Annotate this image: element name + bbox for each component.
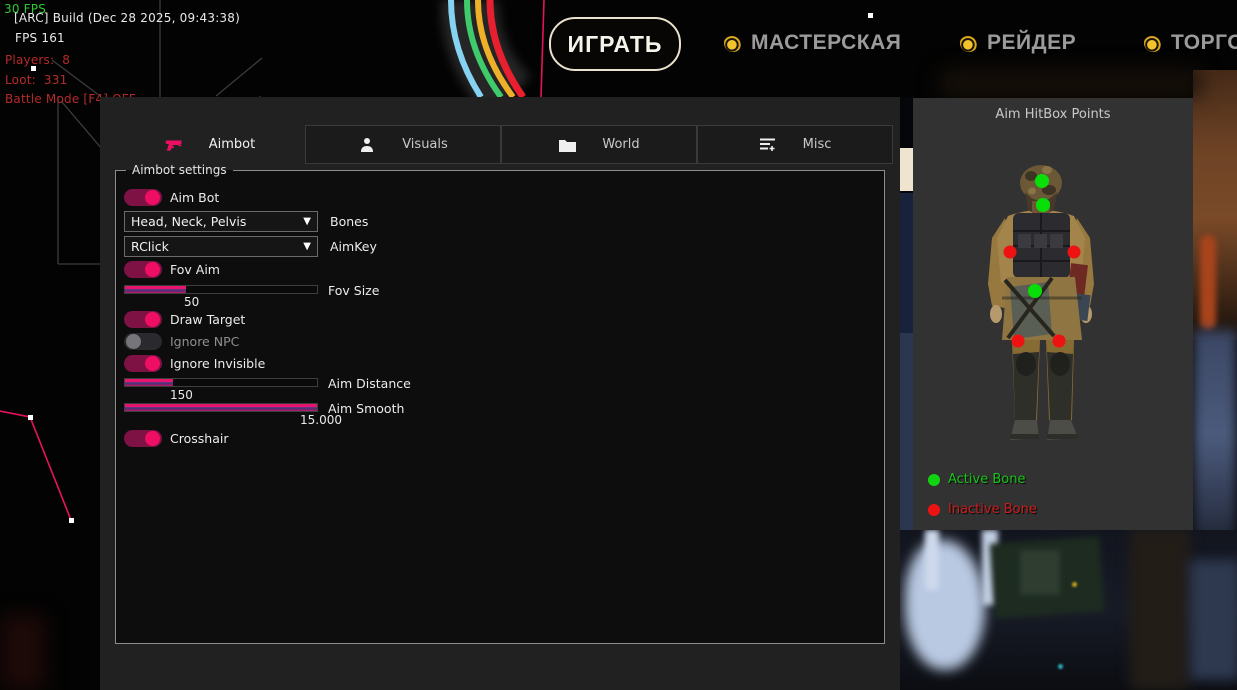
legend-active-bone: Active Bone: [928, 472, 1025, 487]
aim-hitbox-panel: Aim HitBox Points: [913, 98, 1193, 530]
hud-loot: Loot: 331: [5, 73, 67, 87]
esp-node: [69, 518, 74, 523]
tab-label: Aimbot: [209, 137, 255, 152]
fov-size-value: 50: [184, 295, 199, 309]
aimbot-settings-group: Aimbot settings Aim Bot Head, Neck, Pelv…: [115, 163, 885, 644]
aimkey-dropdown[interactable]: RClick ▼: [124, 236, 318, 257]
aimkey-dropdown-value: RClick: [131, 239, 169, 254]
tab-label: Misc: [803, 137, 832, 152]
coin-icon: [724, 34, 742, 52]
esp-node: [28, 415, 33, 420]
esp-node: [868, 13, 873, 18]
bones-label: Bones: [330, 214, 368, 229]
aim-distance-label: Aim Distance: [328, 376, 411, 391]
legend-inactive-bone: Inactive Bone: [928, 502, 1037, 517]
legend-label: Inactive Bone: [948, 502, 1037, 517]
ignore-invisible-label: Ignore Invisible: [170, 356, 265, 371]
bg-bottom-scene: [900, 530, 1237, 690]
aimkey-label: AimKey: [330, 239, 377, 254]
bone-point-neck: [1036, 198, 1050, 212]
aim-smooth-slider[interactable]: [124, 403, 318, 412]
aim-smooth-value: 15.000: [300, 413, 342, 427]
bg-rock-streak: [1200, 235, 1216, 330]
bg-strip-blue: [900, 333, 913, 530]
aim-distance-value: 150: [170, 388, 193, 402]
hud-build-info: [ARC] Build (Dec 28 2025, 09:43:38): [14, 11, 240, 25]
bone-point-left-arm: [1004, 246, 1017, 259]
bones-dropdown[interactable]: Head, Neck, Pelvis ▼: [124, 211, 318, 232]
fov-size-slider[interactable]: [124, 285, 318, 294]
fov-size-label: Fov Size: [328, 283, 379, 298]
fov-aim-toggle[interactable]: [124, 261, 162, 278]
settings-group-title: Aimbot settings: [126, 163, 233, 177]
bone-point-right-thigh: [1053, 335, 1066, 348]
active-bone-dot: [928, 474, 940, 486]
tab-visuals[interactable]: Visuals: [305, 125, 501, 164]
playlist-add-icon: [759, 136, 777, 154]
hud-players: Players: 8: [5, 53, 70, 67]
folder-icon: [558, 136, 576, 154]
bg-top-right-band: [940, 70, 1200, 96]
bg-strip-cream: [900, 148, 913, 191]
tab-label: Visuals: [402, 137, 448, 152]
crosshair-label: Crosshair: [170, 431, 228, 446]
gun-icon: [165, 136, 183, 154]
bone-point-head: [1035, 174, 1049, 188]
aim-distance-slider[interactable]: [124, 378, 318, 387]
aim-bot-toggle[interactable]: [124, 189, 162, 206]
ignore-invisible-toggle[interactable]: [124, 355, 162, 372]
menu-item-label: ТОРГО: [1171, 31, 1237, 55]
play-button[interactable]: ИГРАТЬ: [549, 17, 681, 71]
draw-target-toggle[interactable]: [124, 311, 162, 328]
tab-aimbot[interactable]: Aimbot: [115, 125, 305, 164]
menu-item-label: РЕЙДЕР: [987, 31, 1076, 55]
hud-fps: FPS 161: [15, 31, 65, 45]
draw-target-label: Draw Target: [170, 312, 245, 327]
menu-item-raider[interactable]: РЕЙДЕР: [960, 31, 1076, 55]
bone-point-left-thigh: [1012, 335, 1025, 348]
cheat-menu-panel: Aimbot Visuals World Misc Aimbot setting…: [100, 97, 900, 690]
inactive-bone-dot: [928, 504, 940, 516]
bone-point-right-arm: [1068, 246, 1081, 259]
legend-label: Active Bone: [948, 472, 1025, 487]
ignore-npc-toggle[interactable]: [124, 333, 162, 350]
crosshair-toggle[interactable]: [124, 430, 162, 447]
menu-item-label: МАСТЕРСКАЯ: [751, 31, 901, 55]
coin-icon: [960, 34, 978, 52]
game-screen: 30 FPS [ARC] Build (Dec 28 2025, 09:43:3…: [0, 0, 1237, 690]
ignore-npc-label: Ignore NPC: [170, 334, 239, 349]
bg-bottom-left: [0, 615, 45, 690]
tab-label: World: [602, 137, 639, 152]
tab-world[interactable]: World: [501, 125, 697, 164]
chevron-down-icon: ▼: [303, 216, 311, 227]
aim-bot-label: Aim Bot: [170, 190, 219, 205]
bone-points-layer: [913, 98, 1193, 530]
coin-icon: [1144, 34, 1162, 52]
chevron-down-icon: ▼: [303, 241, 311, 252]
tab-misc[interactable]: Misc: [697, 125, 893, 164]
menu-item-workshop[interactable]: МАСТЕРСКАЯ: [724, 31, 901, 55]
fov-aim-label: Fov Aim: [170, 262, 220, 277]
menu-item-trader[interactable]: ТОРГО: [1144, 31, 1237, 55]
bg-strip-navy: [900, 193, 913, 333]
person-icon: [358, 136, 376, 154]
bone-point-pelvis: [1028, 284, 1042, 298]
bones-dropdown-value: Head, Neck, Pelvis: [131, 214, 246, 229]
